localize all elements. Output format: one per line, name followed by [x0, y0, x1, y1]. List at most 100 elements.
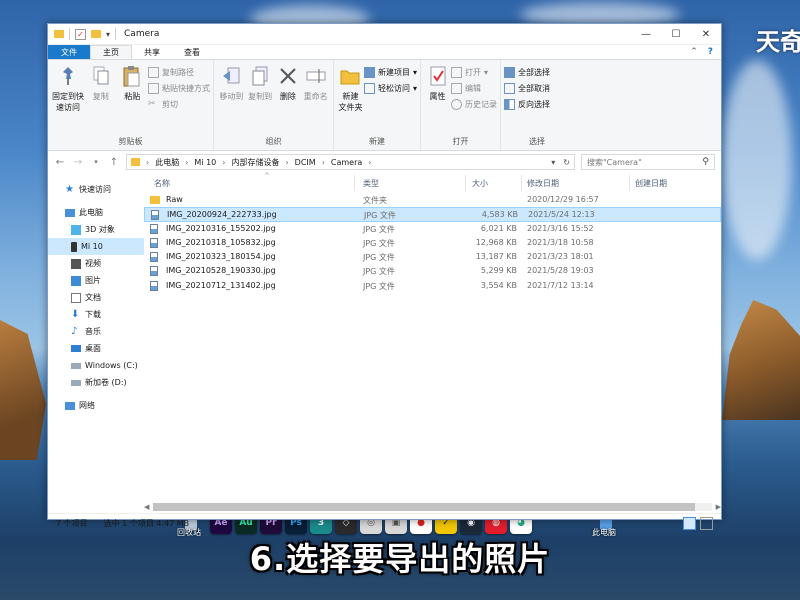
file-type: JPG 文件: [363, 224, 395, 234]
search-input[interactable]: 搜索"Camera" ⚲: [581, 154, 715, 170]
file-size: 13,187 KB: [475, 252, 517, 262]
maximize-button[interactable]: ☐: [661, 24, 691, 45]
file-row[interactable]: IMG_20210323_180154.jpg JPG 文件 13,187 KB 20…: [144, 250, 721, 264]
delete-button[interactable]: 删除: [274, 64, 301, 136]
select-none-button[interactable]: 全部取消: [504, 82, 550, 95]
folder-row[interactable]: Raw 文件夹 2020/12/29 16:57: [144, 193, 721, 207]
column-type[interactable]: 类型: [363, 178, 379, 189]
forward-arrow-icon[interactable]: →: [72, 157, 84, 168]
horizontal-scrollbar[interactable]: ◀ ▶: [144, 501, 721, 513]
paste-icon: [121, 64, 143, 88]
new-folder-button[interactable]: 新建 文件夹: [337, 64, 364, 136]
invert-selection-button[interactable]: 反向选择: [504, 98, 550, 111]
breadcrumb-mi10[interactable]: Mi 10: [194, 158, 216, 167]
nav-documents[interactable]: 文档: [48, 289, 144, 306]
cut-button[interactable]: ✂ 剪切: [148, 98, 210, 111]
address-bar[interactable]: › 此电脑 › Mi 10 › 内部存储设备 › DCIM › Camera ›…: [126, 154, 575, 170]
file-row[interactable]: IMG_20210528_190330.jpg JPG 文件 5,299 KB 202…: [144, 264, 721, 278]
breadcrumb-internal-storage[interactable]: 内部存储设备: [231, 157, 279, 168]
file-type: JPG 文件: [363, 238, 395, 248]
copy-path-button[interactable]: 复制路径: [148, 66, 210, 79]
paste-shortcut-button[interactable]: 粘贴快捷方式: [148, 82, 210, 95]
open-button[interactable]: 打开 ▾: [451, 66, 497, 79]
minimize-button[interactable]: —: [631, 24, 661, 45]
file-row[interactable]: IMG_20210316_155202.jpg JPG 文件 6,021 KB 202…: [144, 222, 721, 236]
file-type: JPG 文件: [363, 281, 395, 291]
nav-this-pc[interactable]: 此电脑: [48, 204, 144, 221]
select-all-button[interactable]: 全部选择: [504, 66, 550, 79]
nav-downloads[interactable]: ⬇ 下载: [48, 306, 144, 323]
tab-view[interactable]: 查看: [172, 45, 212, 59]
tab-share[interactable]: 共享: [132, 45, 172, 59]
new-item-icon: [363, 67, 375, 78]
edit-button[interactable]: 编辑: [451, 82, 497, 95]
new-item-button[interactable]: 新建项目 ▾: [363, 66, 417, 79]
help-icon[interactable]: ?: [708, 47, 713, 57]
pin-quick-access-button[interactable]: 固定到快速访问: [51, 64, 85, 136]
folder-icon: [54, 30, 64, 38]
file-explorer-window: ✓ ▾ Camera — ☐ ✕ 文件 主页 共享 查看 ⌃ ? 固定到快速访问…: [47, 23, 722, 530]
nav-drive-c[interactable]: Windows (C:): [48, 357, 144, 374]
recent-locations-icon[interactable]: ▾: [90, 158, 102, 166]
back-arrow-icon[interactable]: ←: [54, 157, 66, 168]
nav-videos[interactable]: 视频: [48, 255, 144, 272]
breadcrumb-camera[interactable]: Camera: [331, 158, 362, 167]
history-button[interactable]: 历史记录: [451, 98, 497, 111]
tab-file[interactable]: 文件: [48, 45, 90, 59]
collapse-ribbon-icon[interactable]: ⌃: [690, 47, 698, 57]
tab-home[interactable]: 主页: [90, 45, 132, 59]
nav-network[interactable]: 网络: [48, 397, 144, 414]
music-note-icon: ♪: [71, 325, 78, 337]
scrollbar-thumb[interactable]: [153, 503, 695, 511]
new-folder-icon: [339, 64, 361, 88]
easy-access-button[interactable]: 轻松访问 ▾: [363, 82, 417, 95]
nav-quick-access[interactable]: ★ 快速访问: [48, 181, 144, 198]
customize-toolbar-icon[interactable]: ▾: [106, 30, 110, 39]
move-to-button[interactable]: 移动到: [217, 64, 246, 136]
properties-button[interactable]: 属性: [424, 64, 451, 136]
properties-icon[interactable]: ✓: [75, 28, 86, 40]
rename-button[interactable]: 重命名: [301, 64, 330, 136]
windows-drive-icon: [71, 362, 81, 369]
details-view-icon[interactable]: [683, 516, 696, 530]
up-arrow-icon[interactable]: ↑: [108, 157, 120, 168]
nav-music[interactable]: ♪ 音乐: [48, 323, 144, 340]
file-name: IMG_20210323_180154.jpg: [166, 252, 276, 262]
new-group: 新建 文件夹 新建项目 ▾ 轻松访问 ▾ 新建: [334, 60, 421, 150]
column-modified[interactable]: 修改日期: [527, 178, 559, 189]
nav-pictures[interactable]: 图片: [48, 272, 144, 289]
open-icon: [451, 67, 462, 78]
copy-button[interactable]: 复制: [85, 64, 117, 136]
file-row[interactable]: IMG_20210712_131402.jpg JPG 文件 3,554 KB 202…: [144, 279, 721, 293]
nav-drive-d[interactable]: 新加卷 (D:): [48, 374, 144, 391]
paste-shortcut-icon: [148, 83, 159, 94]
close-button[interactable]: ✕: [691, 24, 721, 45]
new-folder-icon[interactable]: [91, 30, 101, 38]
properties-icon: [427, 64, 449, 88]
address-dropdown-icon[interactable]: ▾: [551, 158, 555, 167]
column-name[interactable]: 名称: [154, 178, 170, 189]
file-row[interactable]: IMG_20200924_222733.jpg JPG 文件 4,583 KB 202…: [144, 207, 721, 222]
large-icons-view-icon[interactable]: [700, 516, 713, 530]
nav-desktop[interactable]: 桌面: [48, 340, 144, 357]
image-file-icon: [150, 223, 158, 234]
breadcrumb-this-pc[interactable]: 此电脑: [155, 157, 179, 168]
nav-mi10[interactable]: Mi 10: [48, 238, 144, 255]
nav-3d-objects[interactable]: 3D 对象: [48, 221, 144, 238]
refresh-icon[interactable]: ↻: [563, 158, 570, 167]
folder-icon: [131, 158, 140, 166]
image-file-icon: [150, 280, 158, 291]
file-modified: 2021/5/28 19:03: [527, 266, 594, 276]
file-row[interactable]: IMG_20210318_105832.jpg JPG 文件 12,968 KB 20…: [144, 236, 721, 250]
scroll-left-icon[interactable]: ◀: [144, 503, 149, 511]
paste-button[interactable]: 粘贴: [117, 64, 149, 136]
file-size: 4,583 KB: [481, 210, 518, 220]
edit-icon: [451, 83, 462, 94]
copy-to-button[interactable]: 复制到: [246, 64, 275, 136]
easy-access-icon: [363, 83, 375, 94]
ribbon: 固定到快速访问 复制 粘贴 复制路径 粘贴快捷方式 ✂ 剪切 剪贴板 移动到 复…: [48, 59, 721, 151]
column-size[interactable]: 大小: [472, 178, 488, 189]
breadcrumb-dcim[interactable]: DCIM: [295, 158, 316, 167]
column-created[interactable]: 创建日期: [635, 178, 667, 189]
scroll-right-icon[interactable]: ▶: [716, 503, 721, 511]
